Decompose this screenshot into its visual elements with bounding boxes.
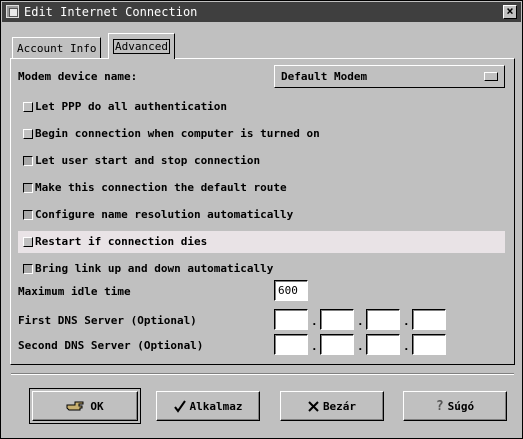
checkbox[interactable] [23, 102, 33, 112]
dialog-window: Edit Internet Connection × Account Info … [0, 0, 523, 439]
dns1-octet-4[interactable] [412, 309, 446, 330]
option-label: Let PPP do all authentication [35, 100, 228, 113]
dns2-label: Second DNS Server (Optional) [18, 339, 204, 352]
dns2-octet-2[interactable] [320, 334, 354, 355]
close-window-button[interactable]: × [503, 5, 517, 19]
window-title: Edit Internet Connection [24, 5, 198, 19]
dns2-octet-4[interactable] [412, 334, 446, 355]
option-user-start-stop[interactable]: Let user start and stop connection [18, 150, 505, 172]
close-button[interactable]: Bezár [280, 391, 384, 421]
option-ppp-authentication[interactable]: Let PPP do all authentication [18, 96, 505, 118]
dns1-octet-2[interactable] [320, 309, 354, 330]
option-restart-on-death[interactable]: Restart if connection dies [18, 231, 505, 253]
checkbox[interactable] [23, 264, 33, 274]
option-label: Begin connection when computer is turned… [35, 127, 320, 140]
x-icon [308, 400, 319, 412]
dns2-octet-3[interactable] [366, 334, 400, 355]
option-begin-on-startup[interactable]: Begin connection when computer is turned… [18, 123, 505, 145]
checkmark-icon [173, 399, 186, 413]
checkbox[interactable] [23, 129, 33, 139]
checkbox[interactable] [23, 156, 33, 166]
checkbox[interactable] [23, 237, 33, 247]
dns-dot: . [311, 315, 318, 328]
ok-button[interactable]: OK [29, 388, 141, 424]
option-label: Let user start and stop connection [35, 154, 261, 167]
button-separator [11, 373, 514, 375]
dns-dot: . [403, 340, 410, 353]
option-menu-indicator-icon [484, 72, 498, 81]
dns-dot: . [357, 315, 364, 328]
dns1-label: First DNS Server (Optional) [18, 314, 197, 327]
checkbox[interactable] [23, 183, 33, 193]
dns-dot: . [311, 340, 318, 353]
question-icon: ? [435, 398, 444, 414]
idle-time-input[interactable]: 600 [274, 280, 308, 301]
option-default-route[interactable]: Make this connection the default route [18, 177, 505, 199]
help-button-label: Súgó [447, 399, 475, 413]
option-label: Bring link up and down automatically [35, 262, 274, 275]
apply-button-label: Alkalmaz [189, 399, 243, 413]
dns1-octet-3[interactable] [366, 309, 400, 330]
option-name-resolution[interactable]: Configure name resolution automatically [18, 204, 505, 226]
modem-device-value: Default Modem [281, 70, 368, 83]
close-button-label: Bezár [322, 399, 357, 413]
window-icon[interactable] [6, 5, 19, 18]
modem-device-select[interactable]: Default Modem [274, 65, 505, 88]
option-link-auto[interactable]: Bring link up and down automatically [18, 258, 505, 280]
tab-account-info[interactable]: Account Info [12, 37, 102, 59]
option-label: Restart if connection dies [35, 235, 208, 248]
hand-pointing-icon [66, 401, 84, 411]
help-button[interactable]: ? Súgó [403, 391, 507, 421]
tab-advanced[interactable]: Advanced [108, 33, 175, 59]
dns1-octet-1[interactable] [274, 309, 308, 330]
apply-button[interactable]: Alkalmaz [156, 391, 260, 421]
dns-dot: . [357, 340, 364, 353]
modem-device-label: Modem device name: [18, 70, 138, 83]
title-bar[interactable]: Edit Internet Connection × [2, 2, 521, 22]
option-label: Make this connection the default route [35, 181, 287, 194]
checkbox[interactable] [23, 210, 33, 220]
dns-dot: . [403, 315, 410, 328]
idle-time-label: Maximum idle time [18, 285, 131, 298]
ok-button-label: OK [90, 399, 104, 413]
tab-account-info-label: Account Info [17, 42, 97, 55]
dns2-octet-1[interactable] [274, 334, 308, 355]
option-label: Configure name resolution automatically [35, 208, 294, 221]
tab-advanced-label: Advanced [113, 39, 170, 54]
